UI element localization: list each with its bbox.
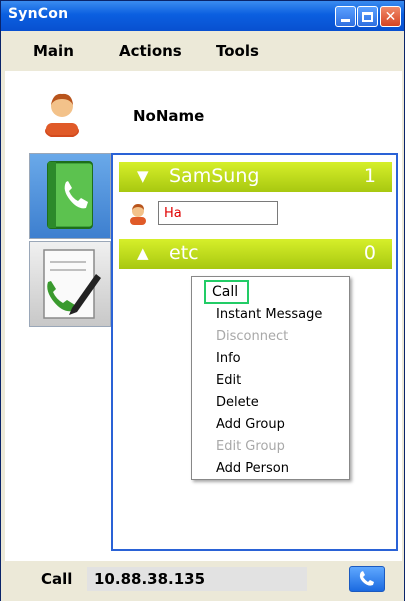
main-content: NoName ▼ SamSung 1 Ha ▲ etc 0 Call Insta… xyxy=(5,71,402,561)
contacts-book-icon xyxy=(47,161,93,229)
menu-item-instant-message[interactable]: Instant Message xyxy=(216,307,322,322)
menu-item-disconnect[interactable]: Disconnect xyxy=(216,329,288,344)
group-name: SamSung xyxy=(169,165,260,187)
call-log-tab-button[interactable] xyxy=(29,241,111,327)
menu-item-edit-group[interactable]: Edit Group xyxy=(216,439,285,454)
user-avatar-icon[interactable] xyxy=(43,91,81,137)
collapse-arrow-icon[interactable]: ▲ xyxy=(137,244,149,262)
minimize-icon xyxy=(341,19,350,22)
call-address-input[interactable] xyxy=(87,567,307,591)
menu-actions[interactable]: Actions xyxy=(119,42,182,60)
menu-main[interactable]: Main xyxy=(33,42,74,60)
call-label: Call xyxy=(41,570,73,588)
call-log-icon xyxy=(43,249,101,319)
contacts-tab-button[interactable] xyxy=(29,153,111,239)
minimize-button[interactable] xyxy=(335,6,356,27)
maximize-icon xyxy=(362,11,373,22)
group-name: etc xyxy=(169,242,199,264)
menu-bar: Main Actions Tools xyxy=(1,31,404,71)
call-button[interactable] xyxy=(349,566,385,592)
group-count: 1 xyxy=(363,165,376,187)
close-button[interactable]: ✕ xyxy=(380,6,401,27)
contact-avatar-icon xyxy=(130,204,146,225)
menu-tools[interactable]: Tools xyxy=(216,42,259,60)
title-bar[interactable]: SynCon ✕ xyxy=(1,1,404,31)
call-bar: Call xyxy=(1,561,404,601)
group-count: 0 xyxy=(363,242,376,264)
menu-item-add-person[interactable]: Add Person xyxy=(216,461,289,476)
menu-item-info[interactable]: Info xyxy=(216,351,241,366)
group-header-samsung[interactable]: ▼ SamSung 1 xyxy=(119,162,392,192)
maximize-button[interactable] xyxy=(357,6,378,27)
profile-name: NoName xyxy=(133,107,205,125)
menu-item-call[interactable]: Call xyxy=(204,280,249,304)
contact-row[interactable]: Ha xyxy=(123,199,393,229)
window-title: SynCon xyxy=(8,6,69,22)
menu-item-delete[interactable]: Delete xyxy=(216,395,259,410)
close-icon: ✕ xyxy=(384,8,397,25)
expand-arrow-icon[interactable]: ▼ xyxy=(137,167,149,185)
app-window: SynCon ✕ Main Actions Tools NoName ▼ Sam… xyxy=(0,0,405,601)
menu-item-edit[interactable]: Edit xyxy=(216,373,241,388)
contact-name[interactable]: Ha xyxy=(158,201,278,225)
context-menu: Call Instant Message Disconnect Info Edi… xyxy=(191,276,350,480)
group-header-etc[interactable]: ▲ etc 0 xyxy=(119,239,392,269)
menu-item-add-group[interactable]: Add Group xyxy=(216,417,285,432)
phone-icon xyxy=(359,571,374,586)
